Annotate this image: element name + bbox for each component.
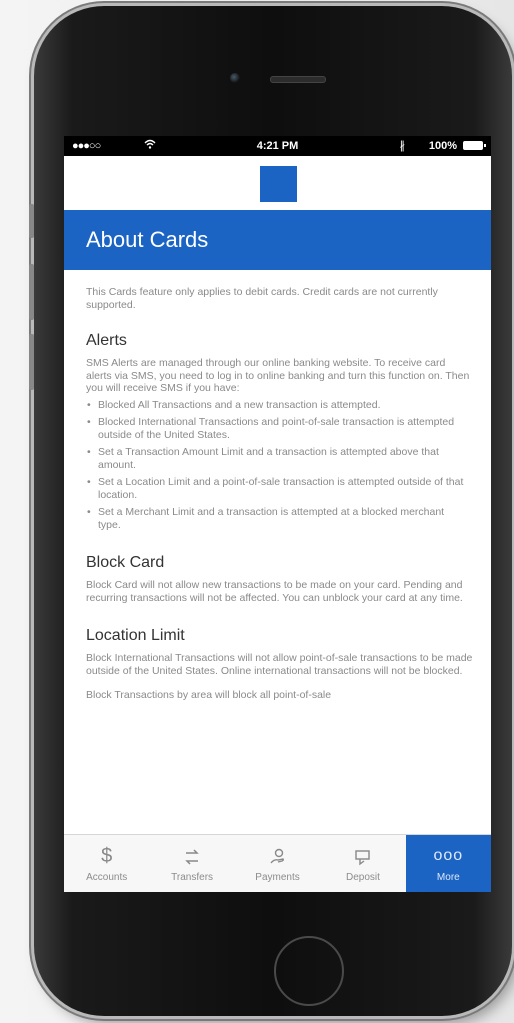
deposit-icon — [320, 841, 405, 871]
status-time: 4:21 PM — [256, 140, 299, 152]
transfer-icon — [149, 841, 234, 871]
title-bar: About Cards — [64, 210, 491, 270]
payments-icon — [235, 841, 320, 871]
bluetooth-icon: ∦ — [399, 140, 406, 152]
battery-icon — [463, 141, 486, 150]
list-item: Set a Merchant Limit and a transaction i… — [87, 506, 473, 531]
location-limit-body: Block International Transactions will no… — [86, 652, 473, 677]
tab-transfers[interactable]: Transfers — [149, 835, 234, 892]
mute-switch — [29, 204, 34, 238]
section-heading-alerts: Alerts — [86, 332, 127, 349]
earpiece-speaker — [270, 76, 326, 83]
block-card-body: Block Card will not allow new transactio… — [86, 579, 463, 604]
list-item: Blocked International Transactions and p… — [87, 416, 473, 441]
tab-payments[interactable]: Payments — [235, 835, 320, 892]
page-title: About Cards — [86, 227, 209, 252]
tab-bar: $ Accounts Transfers Payments Deposit oo… — [64, 834, 491, 892]
alerts-list: Blocked All Transactions and a new trans… — [86, 399, 473, 532]
front-camera — [230, 73, 240, 83]
tab-more[interactable]: ooo More — [405, 835, 491, 892]
tab-label: Accounts — [86, 872, 128, 883]
volume-down-button — [29, 334, 34, 390]
list-item: Set a Transaction Amount Limit and a tra… — [87, 446, 473, 471]
battery-percent: 100% — [428, 140, 457, 152]
tab-accounts[interactable]: $ Accounts — [64, 835, 149, 892]
tab-label: Transfers — [171, 872, 214, 883]
section-heading-block-card: Block Card — [86, 554, 165, 571]
tab-label: Deposit — [345, 872, 380, 883]
location-limit-more: Block Transactions by area will block al… — [86, 689, 332, 701]
list-item: Blocked All Transactions and a new trans… — [87, 399, 473, 412]
content-area[interactable]: This Cards feature only applies to debit… — [64, 270, 491, 834]
home-button[interactable] — [274, 936, 344, 1006]
tab-label: More — [436, 872, 460, 883]
tab-label: Payments — [255, 872, 300, 883]
status-bar: ●●●○○ 4:21 PM ∦ 100% — [64, 136, 491, 156]
volume-up-button — [29, 264, 34, 320]
bank-logo[interactable] — [260, 166, 297, 202]
dollar-icon: $ — [101, 845, 113, 867]
section-heading-location-limit: Location Limit — [86, 627, 185, 644]
app-screen: ●●●○○ 4:21 PM ∦ 100% About Cards This Ca… — [64, 136, 491, 892]
more-icon: ooo — [433, 847, 464, 864]
tab-deposit[interactable]: Deposit — [320, 835, 405, 892]
intro-text: This Cards feature only applies to debit… — [86, 286, 438, 311]
alerts-body: SMS Alerts are managed through our onlin… — [86, 357, 470, 394]
logo-bar — [64, 156, 491, 210]
list-item: Set a Location Limit and a point-of-sale… — [87, 476, 473, 501]
